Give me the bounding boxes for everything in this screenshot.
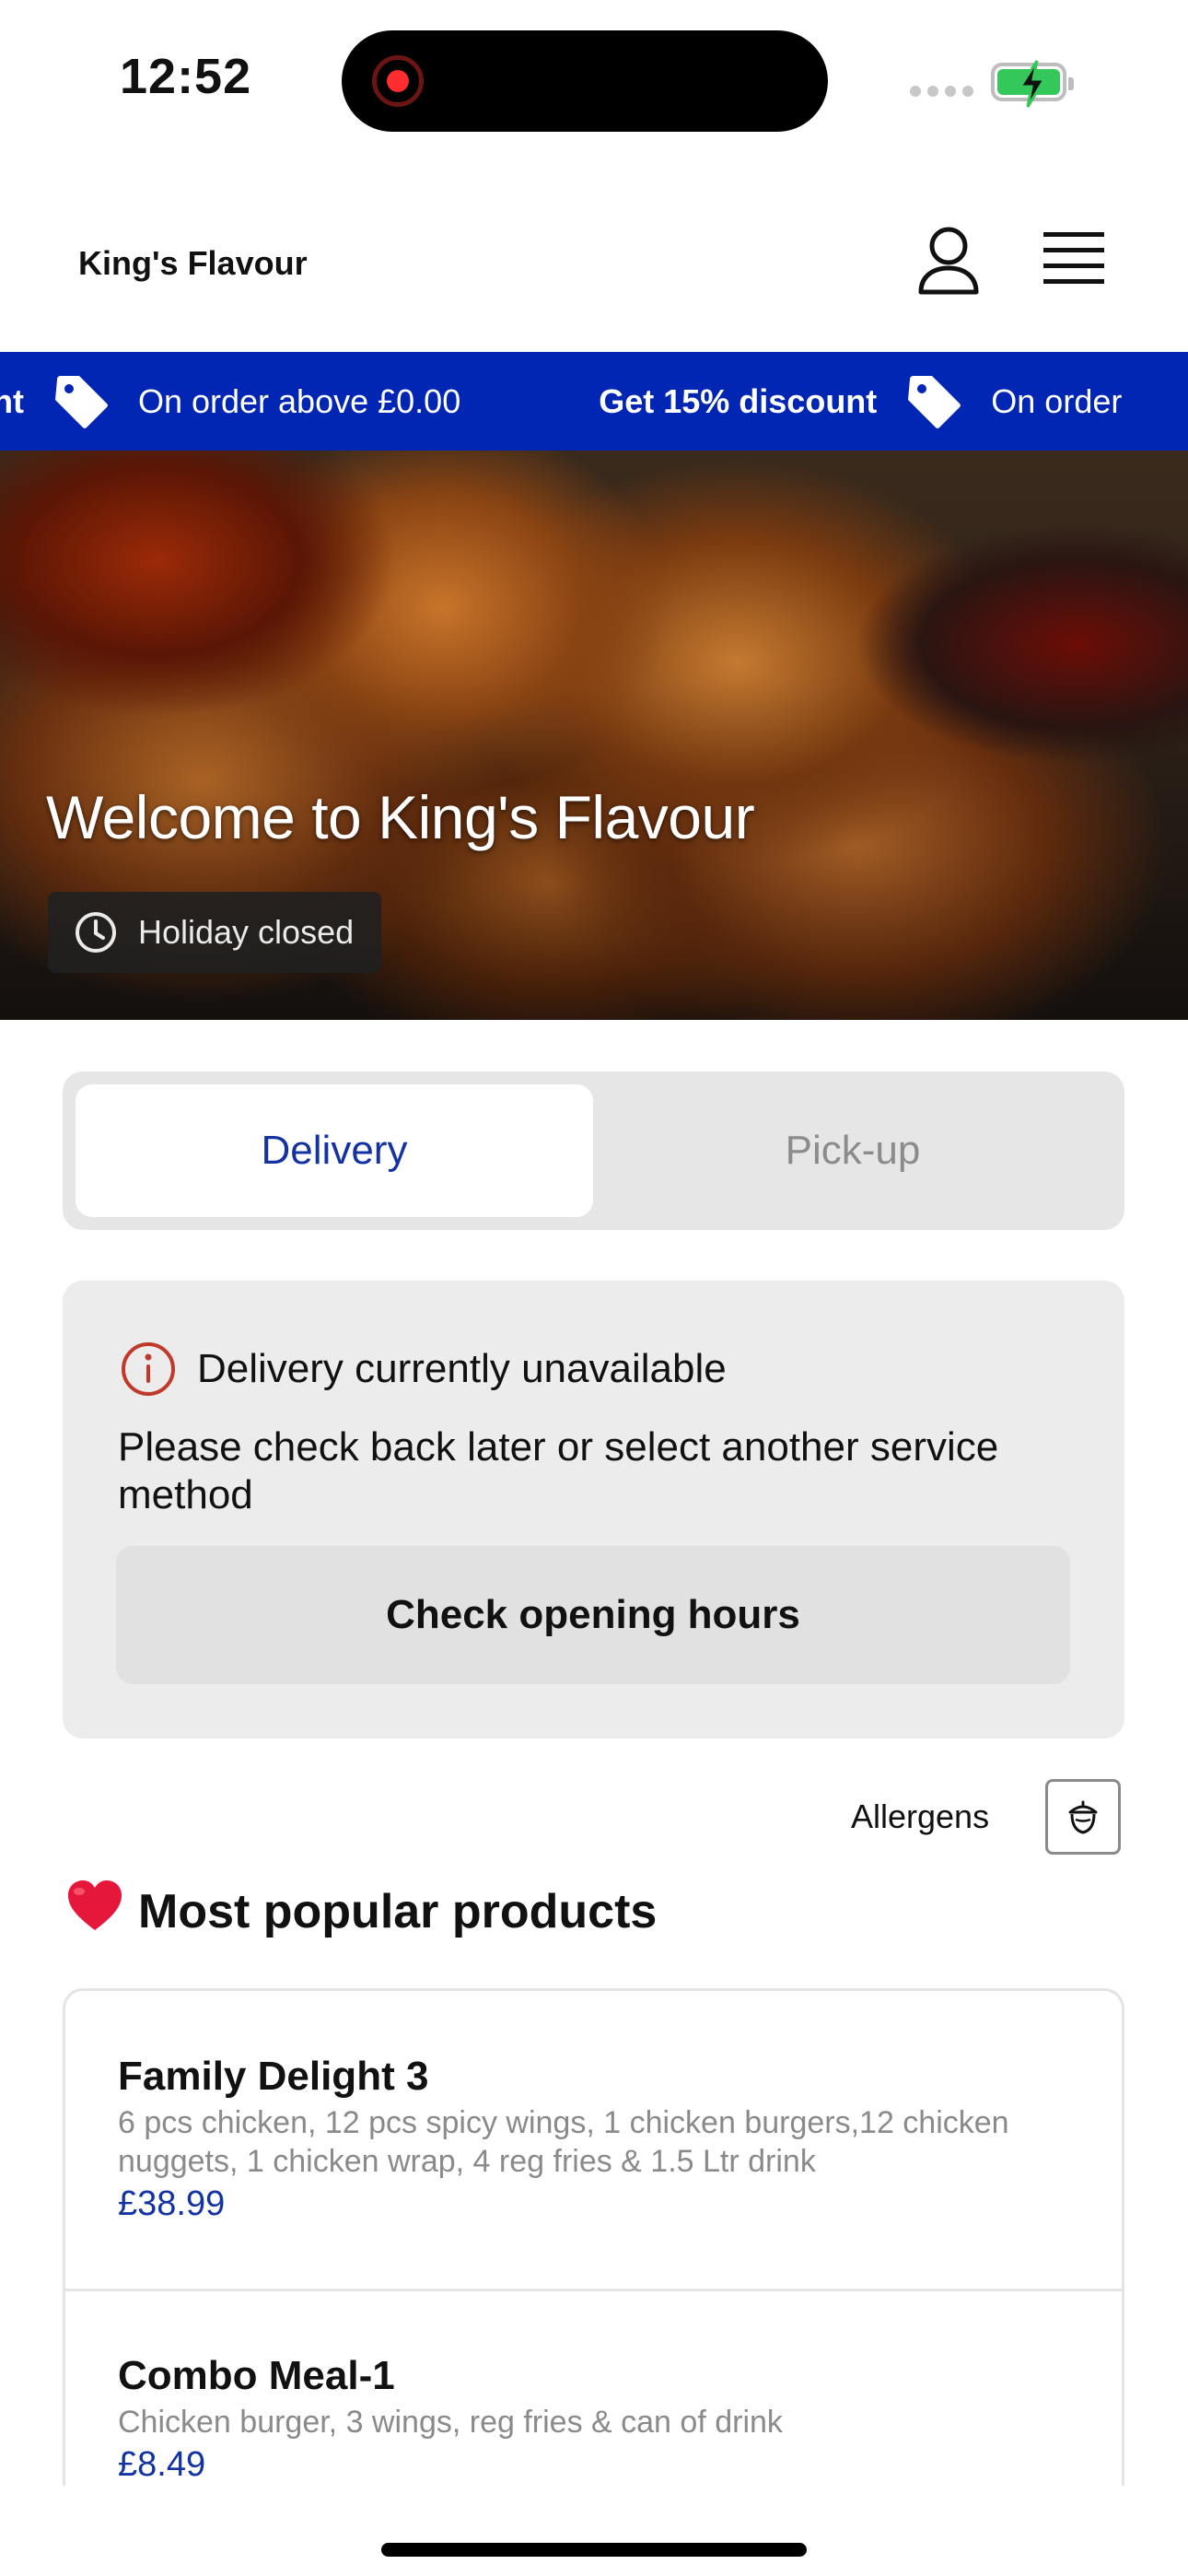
product-price: £38.99 xyxy=(118,2184,226,2223)
notice-title: Delivery currently unavailable xyxy=(197,1346,727,1391)
allergens-button[interactable] xyxy=(1045,1779,1121,1855)
service-method-toggle: Delivery Pick-up xyxy=(63,1071,1124,1230)
recording-indicator-icon xyxy=(372,55,424,107)
hamburger-menu-icon[interactable] xyxy=(1043,230,1104,286)
status-time: 12:52 xyxy=(120,49,252,104)
info-icon xyxy=(122,1342,175,1396)
page: 12:52 King's Flavour u xyxy=(0,0,1188,2576)
brand-name[interactable]: King's Flavour xyxy=(78,244,308,283)
user-icon[interactable] xyxy=(916,226,981,295)
divider xyxy=(65,2289,1122,2291)
promo-track: unt On order above £0.00 Get 15% discoun… xyxy=(0,352,1122,451)
store-status-badge: Holiday closed xyxy=(48,892,382,973)
product-list: Family Delight 3 6 pcs chicken, 12 pcs s… xyxy=(63,1988,1124,2486)
product-name: Combo Meal-1 xyxy=(118,2353,395,2398)
clock-icon xyxy=(76,912,116,953)
section-title-popular: Most popular products xyxy=(66,1879,657,1944)
allergens-label: Allergens xyxy=(851,1797,990,1835)
promo-banner: unt On order above £0.00 Get 15% discoun… xyxy=(0,352,1188,451)
product-card[interactable]: Family Delight 3 6 pcs chicken, 12 pcs s… xyxy=(65,2054,1122,2224)
tag-icon xyxy=(54,375,108,428)
hero-title: Welcome to King's Flavour xyxy=(46,783,755,851)
app-header: King's Flavour xyxy=(0,161,1188,352)
notice-header: Delivery currently unavailable xyxy=(120,1341,727,1398)
product-description: 6 pcs chicken, 12 pcs spicy wings, 1 chi… xyxy=(118,2105,1009,2179)
promo-headline: unt xyxy=(0,381,24,420)
signal-icon xyxy=(910,86,973,97)
tab-pickup[interactable]: Pick-up xyxy=(594,1084,1112,1217)
promo-text: On order above £0.00 xyxy=(137,381,461,420)
promo-text: On order xyxy=(991,381,1123,420)
dynamic-island xyxy=(342,30,828,132)
delivery-unavailable-card: Delivery currently unavailable Please ch… xyxy=(63,1281,1124,1739)
home-indicator[interactable] xyxy=(381,2543,807,2557)
heart-icon xyxy=(66,1879,123,1944)
product-price: £8.49 xyxy=(118,2445,206,2484)
tag-icon xyxy=(908,375,961,428)
section-title-text: Most popular products xyxy=(138,1884,658,1938)
product-description: Chicken burger, 3 wings, reg fries & can… xyxy=(118,2405,783,2440)
tab-delivery[interactable]: Delivery xyxy=(76,1084,593,1217)
check-opening-hours-button[interactable]: Check opening hours xyxy=(116,1546,1070,1684)
promo-headline: Get 15% discount xyxy=(599,381,878,420)
acorn-allergen-icon xyxy=(1068,1800,1098,1834)
product-card[interactable]: Combo Meal-1 Chicken burger, 3 wings, re… xyxy=(65,2353,1122,2485)
product-name: Family Delight 3 xyxy=(118,2054,429,2099)
notice-message: Please check back later or select anothe… xyxy=(118,1424,999,1517)
store-status-text: Holiday closed xyxy=(138,913,355,951)
hero-banner: Welcome to King's Flavour Holiday closed xyxy=(0,451,1188,1020)
battery-charging-icon xyxy=(991,60,1074,108)
status-bar: 12:52 xyxy=(0,0,1188,161)
